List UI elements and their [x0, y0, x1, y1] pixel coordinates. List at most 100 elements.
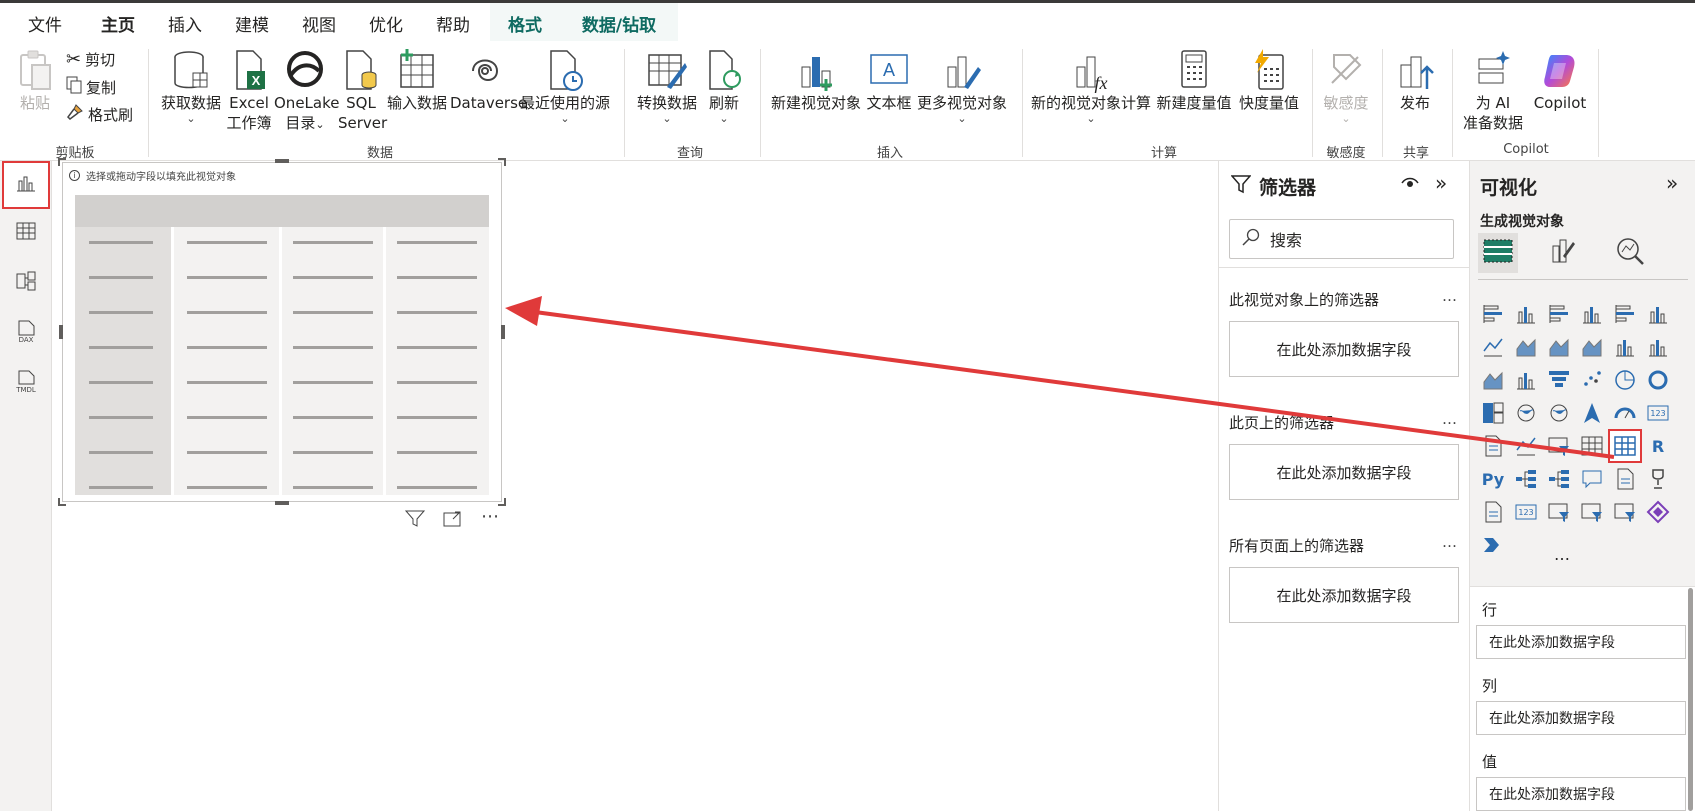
clustered-bar-chart-icon[interactable] — [1544, 299, 1574, 329]
tmdl-view-button[interactable]: TMDL — [4, 361, 48, 405]
enter-data-button[interactable]: 输入数据 — [384, 49, 450, 113]
table-view-button[interactable] — [4, 211, 48, 255]
tab-build-visual[interactable] — [1478, 233, 1518, 273]
tab-format-visual[interactable] — [1542, 233, 1582, 273]
more-visuals-button[interactable]: 更多视觉对象 ⌄ — [916, 49, 1008, 125]
power-automate-icon[interactable] — [1478, 530, 1508, 560]
eye-icon[interactable] — [1401, 175, 1419, 194]
excel-workbook-button[interactable]: X Excel 工作簿 — [224, 49, 274, 133]
power-apps-icon[interactable] — [1643, 497, 1673, 527]
focus-mode-icon[interactable] — [443, 510, 463, 533]
treemap-icon[interactable] — [1478, 398, 1508, 428]
slicer-icon[interactable] — [1544, 431, 1574, 461]
dax-query-view-button[interactable]: DAX — [4, 311, 48, 355]
donut-chart-icon[interactable] — [1643, 365, 1673, 395]
new-visual-calculation-button[interactable]: fx 新的视觉对象计算 ⌄ — [1030, 49, 1152, 125]
table-icon[interactable] — [1577, 431, 1607, 461]
tab-file[interactable]: 文件 — [28, 11, 62, 36]
collapse-pane-icon[interactable]: » — [1435, 171, 1447, 195]
resize-handle[interactable] — [498, 158, 506, 166]
text-box-button[interactable]: A 文本框 — [864, 49, 914, 113]
paginated-report-icon[interactable] — [1610, 464, 1640, 494]
copilot-button[interactable]: Copilot — [1528, 49, 1592, 113]
model-view-button[interactable] — [4, 261, 48, 305]
tab-analytics[interactable] — [1610, 233, 1650, 273]
tab-data-drill[interactable]: 数据/钻取 — [560, 3, 678, 41]
r-script-visual-icon[interactable]: R — [1643, 431, 1673, 461]
more-options-icon[interactable]: ⋯ — [481, 508, 499, 533]
azure-map-icon[interactable] — [1577, 398, 1607, 428]
table-visual-placeholder[interactable]: i 选择或拖动字段以填充此视觉对象 — [58, 158, 506, 506]
cut-button[interactable]: ✂ 剪切 — [66, 49, 115, 70]
tab-help[interactable]: 帮助 — [436, 11, 470, 36]
key-influencers-icon[interactable] — [1511, 464, 1541, 494]
new-measure-button[interactable]: 新建度量值 — [1154, 49, 1234, 113]
sql-server-button[interactable]: SQL Server — [338, 49, 387, 133]
prep-data-for-ai-button[interactable]: 为 AI 准备数据 — [1460, 49, 1526, 133]
more-visuals-icon[interactable]: … — [1554, 545, 1570, 564]
metrics-visual-icon[interactable] — [1643, 464, 1673, 494]
funnel-chart-icon[interactable] — [1544, 365, 1574, 395]
stacked-bar-chart-icon[interactable] — [1478, 299, 1508, 329]
area-chart-icon[interactable] — [1511, 332, 1541, 362]
multi-row-card-icon[interactable] — [1478, 431, 1508, 461]
100-stacked-column-chart-icon[interactable] — [1643, 299, 1673, 329]
list-slicer-icon[interactable] — [1577, 497, 1607, 527]
pane-scrollbar[interactable] — [1688, 588, 1693, 811]
matrix-icon[interactable] — [1608, 429, 1642, 463]
stacked-column-chart-icon[interactable] — [1511, 299, 1541, 329]
columns-drop-zone[interactable]: 在此处添加数据字段 — [1476, 701, 1686, 735]
filter-drop-zone-all-pages[interactable]: 在此处添加数据字段 — [1229, 567, 1459, 623]
resize-handle[interactable] — [59, 325, 63, 339]
text-slicer-icon[interactable] — [1610, 497, 1640, 527]
line-and-clustered-column-chart-icon[interactable] — [1643, 332, 1673, 362]
more-options-icon[interactable]: … — [1442, 533, 1457, 551]
clustered-column-chart-icon[interactable] — [1577, 299, 1607, 329]
gauge-icon[interactable] — [1610, 398, 1640, 428]
resize-handle[interactable] — [275, 159, 289, 163]
100-stacked-area-chart-icon[interactable] — [1577, 332, 1607, 362]
resize-handle[interactable] — [58, 498, 66, 506]
resize-handle[interactable] — [58, 158, 66, 166]
decomposition-tree-icon[interactable] — [1544, 464, 1574, 494]
python-visual-icon[interactable]: Py — [1478, 464, 1508, 494]
more-options-icon[interactable]: … — [1442, 410, 1457, 428]
filter-icon[interactable] — [404, 510, 426, 533]
resize-handle[interactable] — [275, 501, 289, 505]
filled-map-icon[interactable] — [1544, 398, 1574, 428]
resize-handle[interactable] — [498, 498, 506, 506]
button-slicer-icon[interactable] — [1544, 497, 1574, 527]
tab-view[interactable]: 视图 — [302, 11, 336, 36]
pie-chart-icon[interactable] — [1610, 365, 1640, 395]
100-stacked-bar-chart-icon[interactable] — [1610, 299, 1640, 329]
transform-data-button[interactable]: 转换数据 ⌄ — [632, 49, 702, 125]
publish-button[interactable]: 发布 — [1390, 49, 1440, 113]
line-chart-icon[interactable] — [1478, 332, 1508, 362]
filters-search-input[interactable]: 搜索 — [1229, 219, 1454, 259]
resize-handle[interactable] — [501, 325, 505, 339]
values-drop-zone[interactable]: 在此处添加数据字段 — [1476, 777, 1686, 811]
tab-insert[interactable]: 插入 — [168, 11, 202, 36]
stacked-area-chart-icon[interactable] — [1544, 332, 1574, 362]
card-icon[interactable]: 123 — [1643, 398, 1673, 428]
paste-button[interactable]: 粘贴 — [14, 49, 56, 113]
more-options-icon[interactable]: … — [1442, 287, 1457, 305]
collapse-pane-icon[interactable]: » — [1666, 171, 1678, 195]
scatter-chart-icon[interactable] — [1577, 365, 1607, 395]
tab-home[interactable]: 主页 — [101, 11, 135, 45]
waterfall-chart-icon[interactable] — [1511, 365, 1541, 395]
refresh-button[interactable]: 刷新 ⌄ — [702, 49, 746, 125]
report-view-button[interactable] — [2, 161, 50, 209]
dataverse-button[interactable]: Dataverse — [450, 49, 527, 113]
map-icon[interactable] — [1511, 398, 1541, 428]
ribbon-chart-icon[interactable] — [1478, 365, 1508, 395]
get-data-button[interactable]: 获取数据 ⌄ — [158, 49, 224, 125]
quick-measure-button[interactable]: 快度量值 — [1236, 49, 1302, 113]
format-painter-button[interactable]: 格式刷 — [66, 103, 133, 125]
new-visual-button[interactable]: 新建视觉对象 — [770, 49, 862, 113]
tab-format[interactable]: 格式 — [490, 3, 560, 41]
tab-optimize[interactable]: 优化 — [369, 11, 403, 36]
onelake-catalog-button[interactable]: OneLake 目录⌄ — [274, 49, 339, 135]
recent-sources-button[interactable]: 最近使用的源 ⌄ — [520, 49, 610, 125]
smart-narrative-icon[interactable] — [1478, 497, 1508, 527]
